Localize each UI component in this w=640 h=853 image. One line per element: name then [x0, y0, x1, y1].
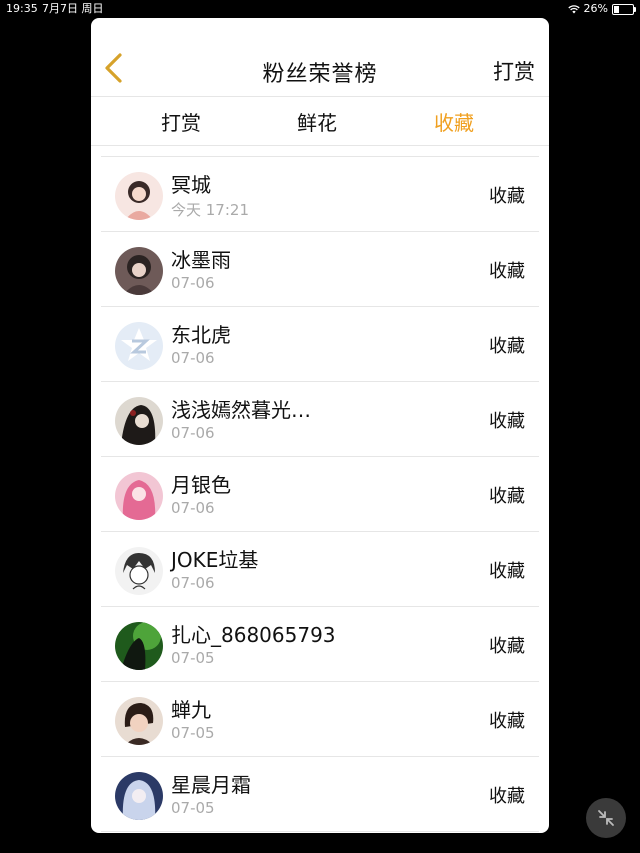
fan-list: 冥城 今天 17:21 收藏 冰墨雨 07-06 收藏 东北虎 07-06 收藏…: [101, 156, 539, 832]
tab-reward[interactable]: 打赏: [161, 107, 201, 136]
favorite-label: 收藏: [489, 561, 525, 582]
favorite-label: 收藏: [489, 786, 525, 807]
user-name: 浅浅嫣然暮光…: [171, 398, 311, 422]
wifi-icon: [567, 4, 580, 13]
user-name: 东北虎: [171, 323, 231, 347]
avatar: [115, 397, 163, 445]
user-name: 冥城: [171, 173, 211, 197]
favorite-label: 收藏: [489, 486, 525, 507]
list-item[interactable]: 扎心_868065793 07-05 收藏: [101, 607, 539, 682]
list-item[interactable]: 星晨月霜 07-05 收藏: [101, 757, 539, 832]
timestamp: 07-06: [171, 574, 215, 592]
timestamp: 今天 17:21: [171, 201, 249, 219]
favorite-label: 收藏: [489, 636, 525, 657]
tab-bar: 打赏 鲜花 收藏: [91, 97, 549, 146]
nav-bar: 粉丝荣誉榜 打赏: [91, 18, 549, 97]
minimize-button[interactable]: [586, 798, 626, 838]
timestamp: 07-06: [171, 349, 215, 367]
collapse-arrows-icon: [598, 810, 614, 826]
avatar: [115, 547, 163, 595]
list-item[interactable]: JOKE垃基 07-06 收藏: [101, 532, 539, 607]
avatar: [115, 247, 163, 295]
reward-button[interactable]: 打赏: [493, 56, 535, 86]
avatar: [115, 322, 163, 370]
list-item[interactable]: 冥城 今天 17:21 收藏: [101, 157, 539, 232]
timestamp: 07-06: [171, 424, 215, 442]
avatar: [115, 697, 163, 745]
user-name: 月银色: [171, 473, 231, 497]
list-item[interactable]: 东北虎 07-06 收藏: [101, 307, 539, 382]
status-right: 26%: [567, 0, 636, 18]
timestamp: 07-05: [171, 799, 215, 817]
list-item[interactable]: 月银色 07-06 收藏: [101, 457, 539, 532]
tab-favorites[interactable]: 收藏: [434, 107, 474, 136]
avatar: [115, 772, 163, 820]
avatar: [115, 172, 163, 220]
timestamp: 07-06: [171, 499, 215, 517]
page-title: 粉丝荣誉榜: [262, 62, 378, 87]
list-item[interactable]: 浅浅嫣然暮光… 07-06 收藏: [101, 382, 539, 457]
avatar: [115, 622, 163, 670]
avatar: [115, 472, 163, 520]
list-item[interactable]: 蝉九 07-05 收藏: [101, 682, 539, 757]
favorite-label: 收藏: [489, 261, 525, 282]
fan-honor-modal: 粉丝荣誉榜 打赏 打赏 鲜花 收藏 冥城 今天 17:21 收藏 冰墨雨 07-…: [91, 18, 549, 833]
battery-icon: [612, 3, 636, 15]
timestamp: 07-05: [171, 724, 215, 742]
tab-flowers[interactable]: 鲜花: [297, 107, 337, 136]
favorite-label: 收藏: [489, 711, 525, 732]
favorite-label: 收藏: [489, 411, 525, 432]
status-bar: 19:35 7月7日 周日 26%: [0, 0, 640, 18]
status-date: 7月7日 周日: [42, 2, 104, 15]
favorite-label: 收藏: [489, 336, 525, 357]
battery-percent: 26%: [583, 2, 608, 15]
favorite-label: 收藏: [489, 186, 525, 207]
user-name: 冰墨雨: [171, 248, 231, 272]
status-time: 19:35: [6, 2, 38, 15]
user-name: 星晨月霜: [171, 773, 251, 797]
list-item[interactable]: 冰墨雨 07-06 收藏: [101, 232, 539, 307]
user-name: 扎心_868065793: [171, 623, 336, 647]
timestamp: 07-06: [171, 274, 215, 292]
user-name: JOKE垃基: [171, 548, 259, 572]
user-name: 蝉九: [171, 698, 211, 722]
timestamp: 07-05: [171, 649, 215, 667]
